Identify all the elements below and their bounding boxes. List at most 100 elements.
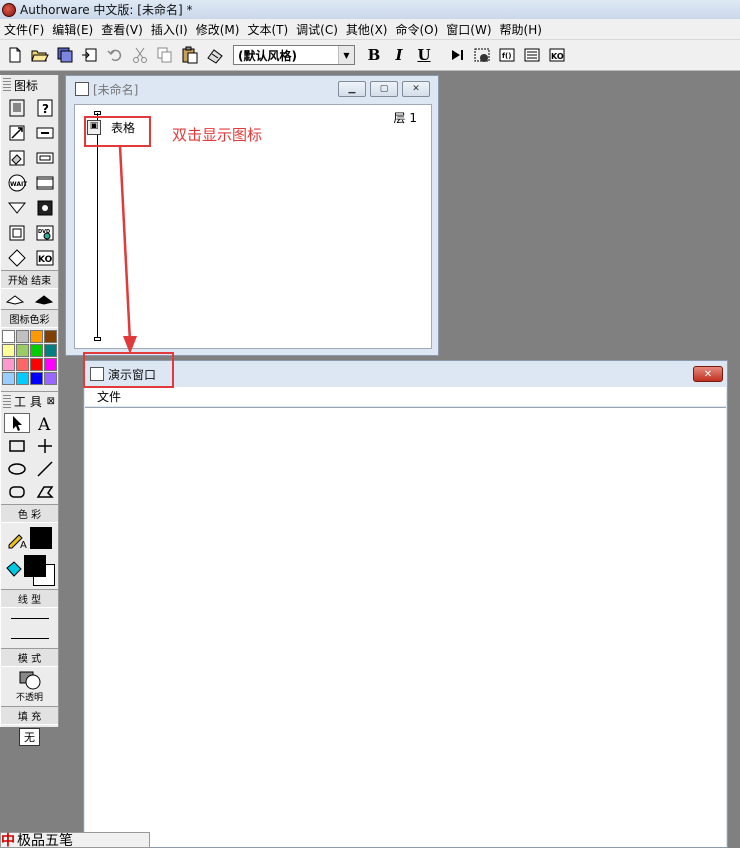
open-file-button[interactable] <box>29 44 51 66</box>
undo-button[interactable] <box>104 44 126 66</box>
start-end-label: 开始 结束 <box>1 270 58 289</box>
presentation-canvas[interactable] <box>85 407 726 847</box>
line-color-swatch[interactable] <box>30 527 52 549</box>
color-swatch[interactable] <box>16 358 29 371</box>
start-flag-icon[interactable] <box>5 292 25 306</box>
paste-button[interactable] <box>179 44 201 66</box>
new-file-button[interactable] <box>4 44 26 66</box>
copy-button[interactable] <box>154 44 176 66</box>
bold-button[interactable]: B <box>363 44 385 66</box>
interaction-icon-tool[interactable]: ? <box>32 97 58 118</box>
ko-icon-tool[interactable]: KO <box>32 247 58 268</box>
map-icon-tool[interactable] <box>32 147 58 168</box>
design-window-title-bar[interactable]: [未命名] ▁ ▢ ✕ <box>66 76 438 102</box>
menu-view[interactable]: 查看(V) <box>99 21 149 38</box>
cut-button[interactable] <box>129 44 151 66</box>
maximize-button[interactable]: ▢ <box>370 81 398 97</box>
sound-icon-tool[interactable] <box>32 197 58 218</box>
functions-button[interactable]: f() <box>496 44 518 66</box>
color-swatch[interactable] <box>30 344 43 357</box>
calculation-icon-tool[interactable] <box>32 122 58 143</box>
minimize-button[interactable]: ▁ <box>338 81 366 97</box>
menu-window[interactable]: 窗口(W) <box>444 21 497 38</box>
movie-icon <box>36 176 54 189</box>
palette-grip-icon[interactable] <box>3 78 11 92</box>
line-text-color[interactable]: A <box>1 523 58 553</box>
menu-edit[interactable]: 编辑(E) <box>50 21 99 38</box>
line-style-label: 线 型 <box>1 589 58 608</box>
diagonal-line-tool[interactable] <box>32 459 58 479</box>
dropdown-arrow-icon[interactable]: ▼ <box>338 46 354 64</box>
undo-icon <box>107 49 122 62</box>
fill-color[interactable] <box>1 553 58 589</box>
color-swatch[interactable] <box>16 372 29 385</box>
presentation-window-title-bar[interactable]: 演示窗口 ✕ <box>84 361 727 387</box>
tools-close-icon[interactable]: ⊠ <box>47 396 55 407</box>
tools-grip-icon[interactable] <box>3 394 11 409</box>
navigate-icon-tool[interactable] <box>4 197 30 218</box>
color-swatch[interactable] <box>30 372 43 385</box>
import-button[interactable] <box>79 44 101 66</box>
end-flag-icon[interactable] <box>34 292 54 306</box>
display-icon-tool[interactable] <box>4 97 30 118</box>
find-button[interactable] <box>204 44 226 66</box>
find-icon <box>207 49 223 64</box>
icon-palette: 图标 ? WAIT DVD KO 开始 结束 图标色彩 工 具 ⊠ A 色 彩 … <box>0 75 59 746</box>
presentation-menu-file[interactable]: 文件 <box>97 388 121 405</box>
mode-selector[interactable]: 不透明 <box>1 667 58 706</box>
ime-logo: 中 <box>1 833 15 848</box>
knowledge-objects-button[interactable]: KO <box>546 44 568 66</box>
line-style-dotted[interactable] <box>1 628 58 648</box>
text-tool[interactable]: A <box>32 413 58 433</box>
foreground-color-swatch[interactable] <box>23 555 46 577</box>
run-button[interactable] <box>446 44 468 66</box>
color-swatch[interactable] <box>44 330 57 343</box>
ellipse-tool[interactable] <box>4 459 30 479</box>
ko-icon: KO <box>36 250 54 265</box>
close-button[interactable]: ✕ <box>402 81 430 97</box>
menu-command[interactable]: 命令(O) <box>393 21 444 38</box>
save-all-button[interactable] <box>54 44 76 66</box>
polygon-tool[interactable] <box>32 482 58 502</box>
rounded-rectangle-tool[interactable] <box>4 482 30 502</box>
pointer-tool[interactable] <box>4 413 30 433</box>
movie-icon-tool[interactable] <box>32 172 58 193</box>
fill-selector[interactable]: 无 <box>1 725 58 749</box>
motion-icon-tool[interactable] <box>4 122 30 143</box>
color-swatch[interactable] <box>44 358 57 371</box>
rectangle-tool[interactable] <box>4 436 30 456</box>
menu-modify[interactable]: 修改(M) <box>194 21 246 38</box>
color-swatch[interactable] <box>2 372 15 385</box>
menu-help[interactable]: 帮助(H) <box>498 21 548 38</box>
presentation-close-button[interactable]: ✕ <box>693 366 723 382</box>
menu-text[interactable]: 文本(T) <box>245 21 294 38</box>
menu-debug[interactable]: 调试(C) <box>294 21 344 38</box>
erase-icon-tool[interactable] <box>4 147 30 168</box>
color-swatch[interactable] <box>2 358 15 371</box>
color-swatch[interactable] <box>30 330 43 343</box>
underline-button[interactable]: U <box>413 44 435 66</box>
variables-button[interactable] <box>521 44 543 66</box>
color-swatch[interactable] <box>44 344 57 357</box>
control-panel-button[interactable] <box>471 44 493 66</box>
ime-toolbar[interactable]: 中 极品五笔 <box>0 832 150 848</box>
framework-icon-tool[interactable] <box>4 222 30 243</box>
orthogonal-line-tool[interactable] <box>32 436 58 456</box>
italic-button[interactable]: I <box>388 44 410 66</box>
run-icon <box>452 50 463 60</box>
color-swatch[interactable] <box>2 344 15 357</box>
color-swatch[interactable] <box>16 330 29 343</box>
menu-file[interactable]: 文件(F) <box>2 21 50 38</box>
color-swatch[interactable] <box>16 344 29 357</box>
text-style-select[interactable]: (默认风格) ▼ <box>233 45 355 65</box>
dvd-icon-tool[interactable]: DVD <box>32 222 58 243</box>
color-swatch[interactable] <box>2 330 15 343</box>
highlight-box-flow-item <box>84 116 151 147</box>
decision-icon-tool[interactable] <box>4 247 30 268</box>
menu-other[interactable]: 其他(X) <box>344 21 394 38</box>
color-swatch[interactable] <box>44 372 57 385</box>
wait-icon-tool[interactable]: WAIT <box>4 172 30 193</box>
menu-insert[interactable]: 插入(I) <box>149 21 194 38</box>
line-style-thin[interactable] <box>1 608 58 628</box>
color-swatch[interactable] <box>30 358 43 371</box>
